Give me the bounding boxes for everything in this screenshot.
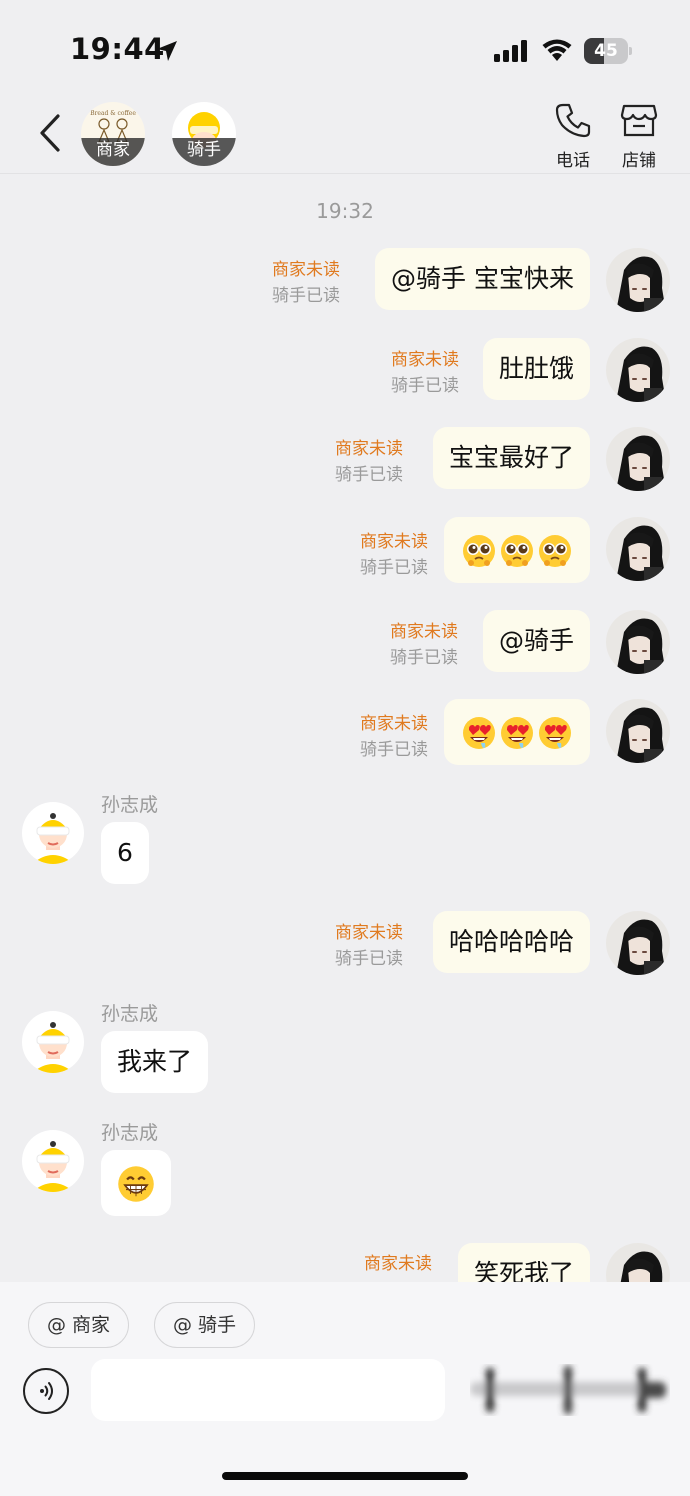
merchant-unread-status: 商家未读: [272, 260, 340, 280]
user-avatar[interactable]: [606, 911, 670, 975]
read-status: 商家未读 骑手已读: [360, 711, 428, 763]
rider-read-status: 骑手已读: [360, 558, 428, 578]
store-label: 店铺: [622, 151, 656, 171]
read-status: 商家未读 骑手已读: [390, 619, 458, 671]
read-status: 商家未读 骑手已读: [391, 347, 459, 399]
user-avatar[interactable]: [606, 517, 670, 581]
rider-read-status: 骑手已读: [390, 648, 458, 668]
phone-label: 电话: [556, 151, 590, 171]
message-bubble[interactable]: 哈哈哈哈哈: [432, 911, 590, 973]
rider-read-status: 骑手已读: [272, 286, 340, 306]
message-bubble[interactable]: [444, 699, 590, 765]
pleading-face-icon: [499, 533, 535, 569]
chevron-left-icon: [40, 114, 60, 152]
read-status: 商家未读 骑手已读: [335, 436, 403, 488]
merchant-label: 商家: [81, 138, 145, 166]
message-bubble[interactable]: 宝宝最好了: [432, 427, 590, 489]
message-bubble[interactable]: 6: [101, 822, 149, 884]
mention-merchant-button[interactable]: @ 商家: [28, 1302, 130, 1348]
home-indicator: [222, 1472, 468, 1480]
user-avatar[interactable]: [606, 338, 670, 402]
mention-rider-button[interactable]: @ 骑手: [154, 1302, 256, 1348]
svg-text:Bread & coffee: Bread & coffee: [90, 110, 136, 117]
rider-avatar[interactable]: [22, 1130, 84, 1192]
merchant-unread-status: 商家未读: [360, 714, 428, 734]
heart-eyes-face-icon: [461, 715, 497, 751]
user-avatar[interactable]: [606, 610, 670, 674]
merchant-unread-status: 商家未读: [335, 923, 403, 943]
location-arrow-icon: [157, 41, 177, 61]
status-time: 19:44: [70, 32, 165, 66]
heart-eyes-face-icon: [537, 715, 573, 751]
voice-input-button[interactable]: [23, 1368, 69, 1414]
heart-eyes-face-icon: [499, 715, 535, 751]
store-button[interactable]: 店铺: [615, 102, 663, 171]
message-time: 19:32: [316, 199, 374, 223]
merchant-avatar[interactable]: Bread & coffee 商家: [81, 102, 145, 166]
read-status: 商家未读 骑手已读: [360, 529, 428, 581]
merchant-unread-status: 商家未读: [390, 622, 458, 642]
read-status: 商家未读 骑手已读: [335, 920, 403, 972]
pleading-face-icon: [461, 533, 497, 569]
blurred-toolbar-icons: [470, 1366, 666, 1414]
battery-indicator: 45: [584, 38, 632, 64]
sender-name: 孙志成: [101, 1003, 159, 1025]
user-avatar[interactable]: [606, 699, 670, 763]
merchant-unread-status: 商家未读: [364, 1254, 432, 1274]
message-bubble[interactable]: 笑死我了: [457, 1243, 590, 1282]
cellular-signal-icon: [494, 40, 527, 62]
rider-read-status: 骑手已读: [335, 949, 403, 969]
merchant-unread-status: 商家未读: [360, 532, 428, 552]
user-avatar[interactable]: [606, 1243, 670, 1282]
rider-read-status: 骑手已读: [391, 376, 459, 396]
rider-avatar[interactable]: [22, 802, 84, 864]
status-bar: 19:44 45: [0, 0, 690, 96]
rider-avatar[interactable]: 骑手: [172, 102, 236, 166]
store-icon: [620, 104, 658, 137]
back-button[interactable]: [30, 108, 70, 158]
rider-read-status: 骑手已读: [360, 740, 428, 760]
sender-name: 孙志成: [101, 1122, 159, 1144]
message-bubble[interactable]: @骑手: [482, 610, 590, 672]
battery-level: 45: [594, 41, 618, 61]
rider-read-status: 骑手已读: [335, 465, 403, 485]
sender-name: 孙志成: [101, 794, 159, 816]
read-status: 商家未读 骑手已读: [272, 257, 340, 309]
pleading-face-icon: [537, 533, 573, 569]
message-bubble[interactable]: [101, 1150, 171, 1216]
merchant-unread-status: 商家未读: [391, 350, 459, 370]
merchant-unread-status: 商家未读: [335, 439, 403, 459]
message-input[interactable]: [91, 1359, 445, 1421]
voice-icon: [40, 1382, 53, 1400]
phone-icon: [555, 103, 591, 138]
rider-avatar[interactable]: [22, 1011, 84, 1073]
message-bubble[interactable]: @骑手 宝宝快来: [375, 248, 590, 310]
chat-message-list[interactable]: 19:32 商家未读 骑手已读 @骑手 宝宝快来 商家未读 骑手已读 肚肚饿 商…: [0, 175, 690, 1282]
read-status: 商家未读: [364, 1251, 432, 1277]
phone-button[interactable]: 电话: [549, 102, 597, 171]
user-avatar[interactable]: [606, 427, 670, 491]
input-panel: @ 商家 @ 骑手: [0, 1282, 690, 1496]
message-bubble[interactable]: [444, 517, 590, 583]
chat-header: Bread & coffee 商家 骑手 电话 店铺: [0, 96, 690, 174]
grinning-face-icon: [116, 1164, 156, 1204]
wifi-icon: [542, 39, 572, 61]
message-bubble[interactable]: 我来了: [101, 1031, 209, 1093]
user-avatar[interactable]: [606, 248, 670, 312]
message-bubble[interactable]: 肚肚饿: [482, 338, 590, 400]
rider-label: 骑手: [172, 138, 236, 166]
